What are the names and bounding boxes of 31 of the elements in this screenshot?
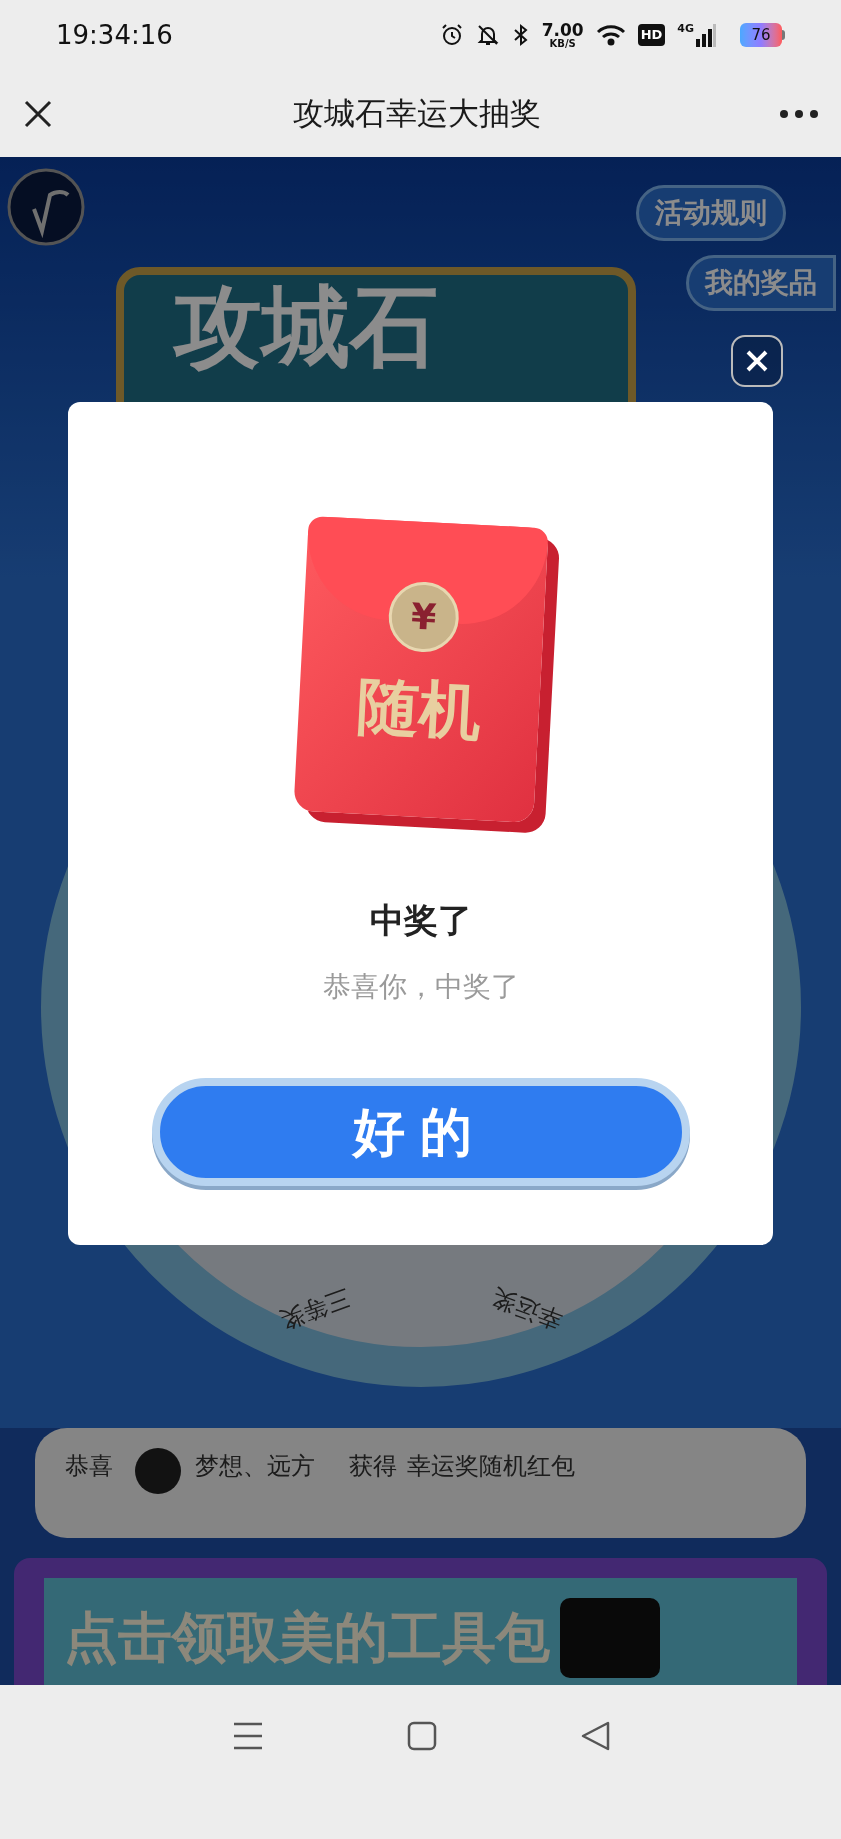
envelope-label: 随机 (354, 667, 483, 751)
ticker-text: 恭喜 (65, 1451, 113, 1482)
rules-button[interactable]: 活动规则 (636, 185, 786, 241)
battery-level: 76 (751, 27, 771, 43)
my-prizes-button[interactable]: 我的奖品 (686, 255, 836, 311)
home-icon[interactable] (406, 1721, 437, 1751)
dialog-title: 中奖了 (369, 899, 472, 942)
network-speed: 7.00 (541, 21, 584, 39)
signal-icon (696, 23, 716, 47)
bell-off-icon (475, 23, 500, 47)
ticker-text: 获得 (349, 1451, 397, 1482)
wheel-label: 三等奖 (274, 1282, 355, 1337)
banner-title: 攻城石 (172, 279, 439, 376)
close-icon (745, 349, 769, 373)
more-icon[interactable] (779, 108, 819, 119)
ticker-user: 梦想、远方 (195, 1451, 315, 1482)
page-title: 攻城石幸运大抽奖 (291, 94, 542, 134)
hd-icon: HD (637, 24, 666, 46)
avatar (135, 1448, 181, 1494)
status-time: 19:34:16 (56, 18, 173, 52)
promo-banner[interactable]: 点击领取美的工具包 (14, 1558, 827, 1685)
promo-text: 点击领取美的工具包 (64, 1611, 550, 1665)
ticker-prize: 幸运奖随机红包 (407, 1451, 575, 1482)
dialog-message: 恭喜你，中奖了 (322, 969, 519, 1005)
network-type: 4G (677, 23, 694, 34)
wheel-label: 幸运奖 (486, 1282, 567, 1337)
menu-icon[interactable] (231, 1721, 264, 1751)
back-icon[interactable] (579, 1721, 610, 1751)
wifi-icon (595, 23, 626, 47)
close-button[interactable] (731, 335, 783, 387)
speed-unit: KB/S (549, 38, 576, 49)
